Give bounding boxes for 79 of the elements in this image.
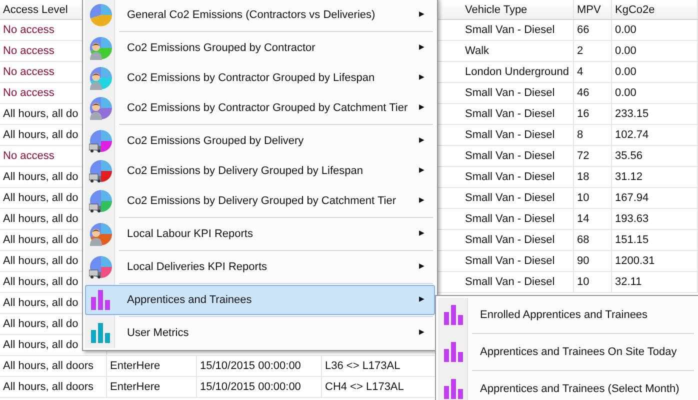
truck-pie-chart-icon <box>89 189 113 213</box>
access-level-cell: No access <box>3 45 54 57</box>
column-header[interactable]: MPV <box>577 4 601 16</box>
access-level-cell: All hours, all do <box>3 129 78 141</box>
co2-cell: 31.12 <box>615 171 643 183</box>
column-header[interactable]: Access Level <box>3 4 68 16</box>
mpv-cell: 18 <box>577 171 590 183</box>
vehicle-type-cell: Small Van - Diesel <box>465 129 555 141</box>
co2-cell: 35.56 <box>615 150 643 162</box>
access-level-cell: All hours, all do <box>3 213 78 225</box>
co2-cell: 1200.31 <box>615 255 655 267</box>
vehicle-type-cell: Small Van - Diesel <box>465 192 555 204</box>
column-header[interactable]: KgCo2e <box>615 4 655 16</box>
co2-cell: 102.74 <box>615 129 649 141</box>
submenu-item[interactable]: Apprentices and Trainees On Site Today <box>438 335 696 369</box>
route-cell: CH4 <> L173AL <box>325 381 404 393</box>
route-cell: L36 <> L173AL <box>325 360 400 372</box>
table-cell: EnterHere <box>110 360 160 372</box>
person-pie-chart-icon <box>89 222 113 246</box>
co2-cell: 193.63 <box>615 213 649 225</box>
co2-cell: 167.94 <box>615 192 649 204</box>
vehicle-type-cell: Small Van - Diesel <box>465 24 555 36</box>
date-cell: 15/10/2015 00:00:00 <box>200 381 301 393</box>
mpv-cell: 10 <box>577 192 590 204</box>
access-level-cell: All hours, all do <box>3 297 78 309</box>
mpv-cell: 66 <box>577 24 590 36</box>
mpv-cell: 8 <box>577 129 584 141</box>
truck-pie-chart-icon <box>89 129 113 153</box>
submenu-item[interactable]: Apprentices and Trainees (Select Month) <box>438 372 696 400</box>
access-level-cell: No access <box>3 24 54 36</box>
access-level-cell: All hours, all do <box>3 339 78 351</box>
access-level-cell: All hours, all do <box>3 255 78 267</box>
mpv-cell: 2 <box>577 45 584 57</box>
vehicle-type-cell: Small Van - Diesel <box>465 108 555 120</box>
co2-cell: 151.15 <box>615 234 649 246</box>
access-level-cell: All hours, all do <box>3 318 78 330</box>
access-level-cell: All hours, all doors <box>3 360 94 372</box>
mpv-cell: 4 <box>577 66 584 78</box>
truck-pie-chart-icon <box>89 255 113 279</box>
co2-cell: 0.00 <box>615 87 636 99</box>
access-level-cell: No access <box>3 87 54 99</box>
access-level-cell: All hours, all do <box>3 171 78 183</box>
mpv-cell: 90 <box>577 255 590 267</box>
co2-cell: 233.15 <box>615 108 649 120</box>
person-pie-chart-icon <box>89 36 113 60</box>
co2-cell: 32.11 <box>615 276 642 288</box>
co2-cell: 0.00 <box>615 24 636 36</box>
mpv-cell: 46 <box>577 87 590 99</box>
vehicle-type-cell: Small Van - Diesel <box>465 150 555 162</box>
date-cell: 15/10/2015 00:00:00 <box>200 360 301 372</box>
table-cell: EnterHere <box>110 381 160 393</box>
co2-cell: 0.00 <box>615 66 636 78</box>
person-pie-chart-icon <box>89 96 113 120</box>
vehicle-type-cell: Small Van - Diesel <box>465 213 555 225</box>
access-level-cell: All hours, all do <box>3 276 78 288</box>
vehicle-type-cell: Walk <box>465 45 490 57</box>
vehicle-type-cell: Small Van - Diesel <box>465 276 555 288</box>
access-level-cell: All hours, all do <box>3 108 78 120</box>
vehicle-type-cell: Small Van - Diesel <box>465 87 555 99</box>
access-level-cell: No access <box>3 150 54 162</box>
co2-cell: 0.00 <box>615 45 636 57</box>
access-level-cell: All hours, all do <box>3 192 78 204</box>
vehicle-type-cell: Small Van - Diesel <box>465 255 555 267</box>
mpv-cell: 14 <box>577 213 590 225</box>
mpv-cell: 68 <box>577 234 590 246</box>
submenu-item[interactable]: Enrolled Apprentices and Trainees <box>438 298 696 332</box>
mpv-cell: 16 <box>577 108 590 120</box>
access-level-cell: No access <box>3 66 54 78</box>
person-pie-chart-icon <box>89 66 113 90</box>
access-level-cell: All hours, all do <box>3 234 78 246</box>
pie-chart-icon <box>89 3 113 27</box>
vehicle-type-cell: Small Van - Diesel <box>465 171 555 183</box>
mpv-cell: 10 <box>577 276 590 288</box>
column-header[interactable]: Vehicle Type <box>465 4 528 16</box>
mpv-cell: 72 <box>577 150 590 162</box>
vehicle-type-cell: Small Van - Diesel <box>465 234 555 246</box>
vehicle-type-cell: London Underground <box>465 66 569 78</box>
access-level-cell: All hours, all doors <box>3 381 94 393</box>
truck-pie-chart-icon <box>89 159 113 183</box>
